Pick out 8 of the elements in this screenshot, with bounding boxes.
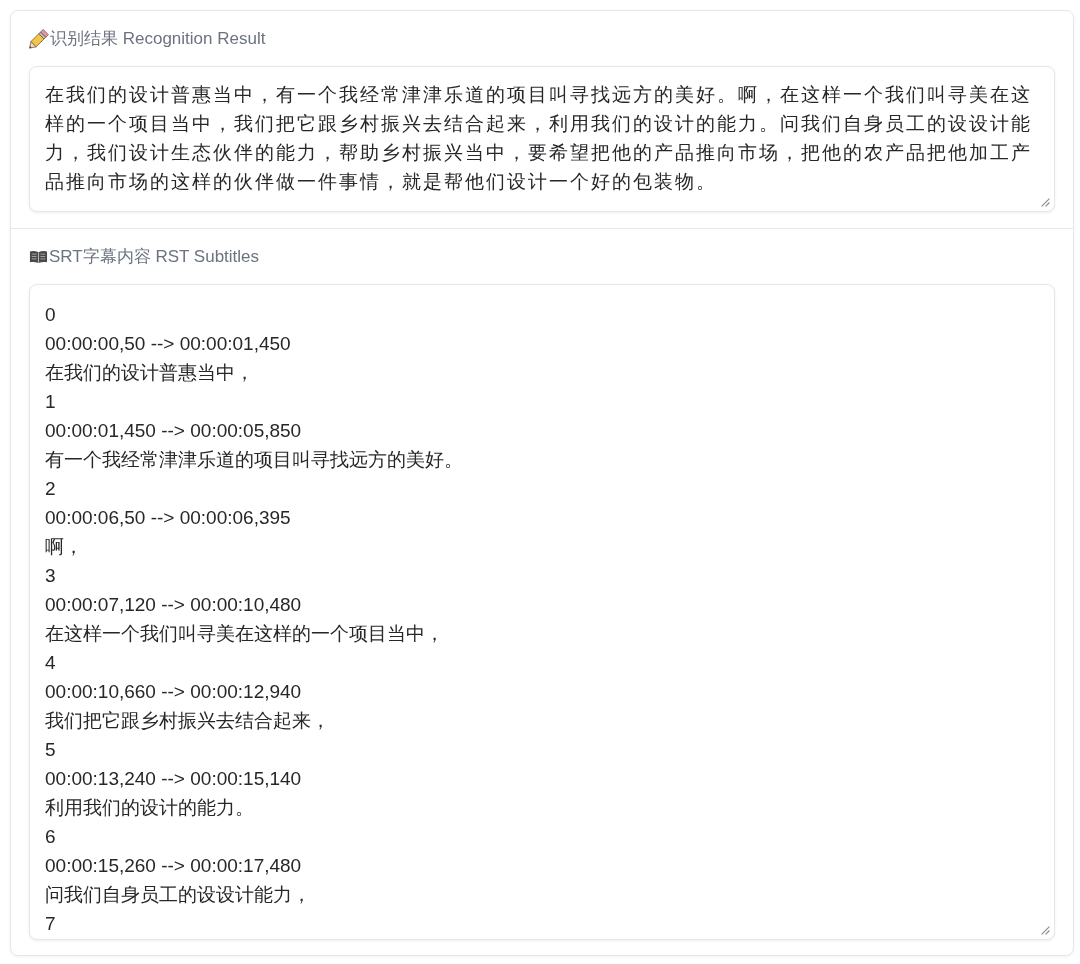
resize-handle-icon[interactable] <box>1041 198 1050 207</box>
resize-handle-icon[interactable] <box>1041 926 1050 935</box>
open-book-icon <box>29 250 48 264</box>
field-label: SRT字幕内容 RST Subtitles <box>49 246 260 268</box>
text-area[interactable]: 在我们的设计普惠当中，有一个我经常津津乐道的项目叫寻找远方的美好。啊，在这样一个我们叫寻美在这样的一个项目当中，我们把它跟乡村振兴去结合起来，利用我们的设计的能力。问我们自身员工的设设计能力，我们设计生态伙伴的能力，帮助乡村振兴当中，要希望把他的产品推向市场，把他的农产品把他加工产品推向市场的这样的伙伴做一件事情，就是帮他们设计一个好的包装物。 <box>29 66 1055 212</box>
text-area[interactable]: 0 00:00:00,50 --> 00:00:01,450 在我们的设计普惠当中， 1 00:00:01,450 --> 00:00:05,850 有一个我经常津津乐道的项目叫寻找远方的美好。 2 00:00:06,50 --> 00:00:06,395 啊， 3 00:00:07,120 --> 00:00:10,480 在这样一个我们叫寻美在这样的一个项目当中， 4 00:00:10,660 --> 00:00:12,940 我们把它跟乡村振兴去结合起来， 5 00:00:13,240 --> 00:00:15,140 利用我们的设计的能力。 6 00:00:15,260 --> 00:00:17,480 问我们自身员工的设设计能力， 7 <box>29 284 1055 940</box>
field-label: 识别结果 Recognition Result <box>50 28 266 50</box>
pencil-icon <box>29 29 49 49</box>
